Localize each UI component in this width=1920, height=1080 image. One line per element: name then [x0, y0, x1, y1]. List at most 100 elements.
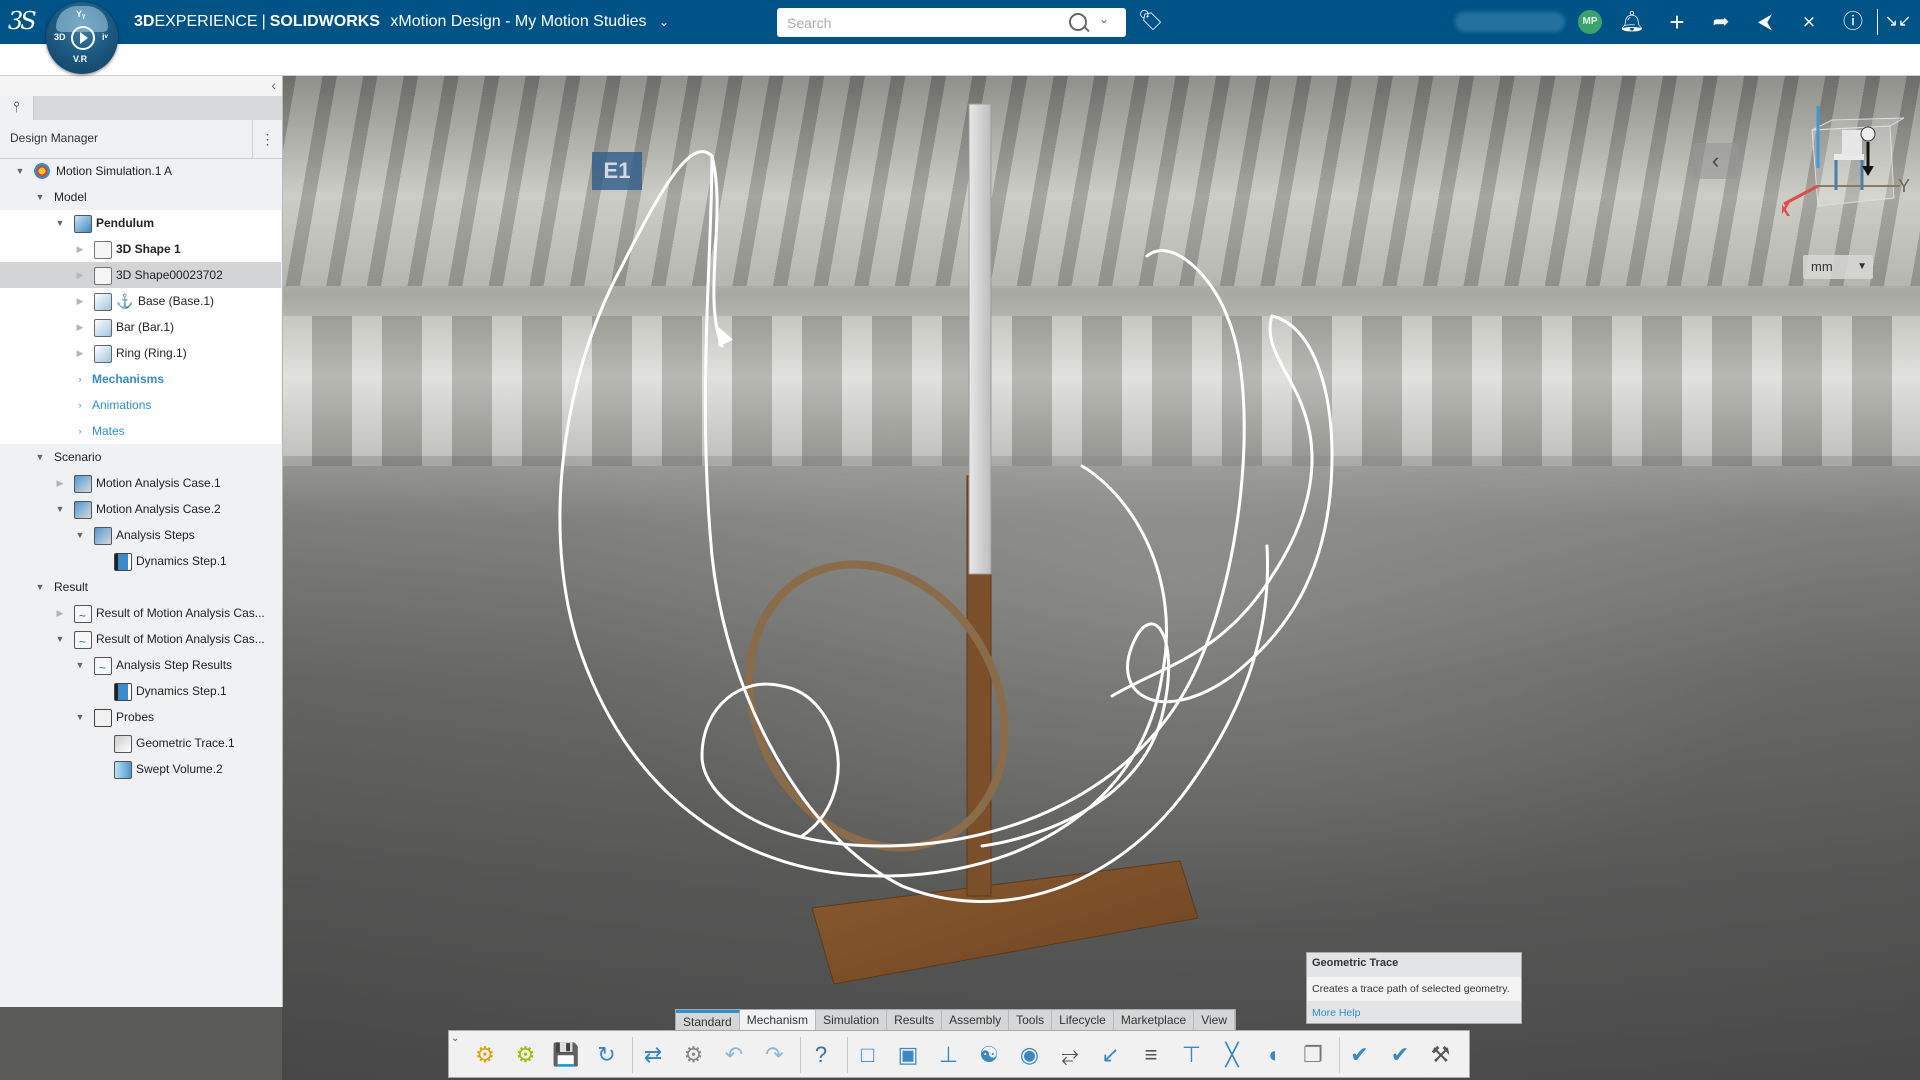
update-simulation-icon[interactable]: ⚙ — [469, 1039, 501, 1071]
avatar[interactable]: MP — [1578, 10, 1602, 34]
collapse-triangle-icon[interactable]: ▼ — [54, 626, 66, 652]
trace-path-5[interactable] — [1110, 314, 1314, 698]
tree-item[interactable]: Swept Volume.2 — [0, 756, 281, 782]
geometric-trace-icon[interactable]: ❐ — [1297, 1039, 1329, 1071]
expand-triangle-icon[interactable]: ▶ — [74, 262, 86, 288]
help-icon[interactable]: ? — [805, 1039, 837, 1071]
tab-results[interactable]: Results — [887, 1010, 943, 1031]
dassault-logo-icon[interactable]: 3S — [8, 4, 46, 38]
collapse-triangle-icon[interactable]: ▼ — [34, 444, 46, 470]
trace-path-4[interactable] — [980, 314, 1334, 848]
view-cube[interactable]: Z X Y — [1782, 106, 1912, 236]
expand-triangle-icon[interactable]: ▶ — [74, 236, 86, 262]
check-sensor-icon[interactable]: ✔ — [1384, 1039, 1416, 1071]
tree-icon[interactable]: ⫯ — [0, 96, 34, 120]
expand-triangle-icon[interactable]: ▶ — [54, 600, 66, 626]
belt-icon[interactable]: ⥂ — [1054, 1039, 1086, 1071]
search-icon[interactable] — [1069, 13, 1087, 31]
expand-triangle-icon[interactable]: ▶ — [54, 470, 66, 496]
force-icon[interactable]: ↙ — [1095, 1039, 1127, 1071]
tree-item[interactable]: Dynamics Step.1 — [0, 678, 281, 704]
refresh-icon[interactable]: ↻ — [591, 1039, 623, 1071]
tree-item[interactable]: ▼ Motion Analysis Case.2 — [0, 496, 281, 522]
collapse-triangle-icon[interactable]: ▼ — [34, 574, 46, 600]
dropdown-arrow-icon[interactable]: ▼ — [1857, 255, 1867, 279]
expand-triangle-icon[interactable]: ▶ — [74, 340, 86, 366]
trace-path-1[interactable] — [558, 150, 1168, 878]
tree-item[interactable]: › Animations — [0, 392, 281, 418]
expand-chevron-icon[interactable]: › — [74, 418, 86, 444]
tab-lifecycle[interactable]: Lifecycle — [1052, 1010, 1114, 1031]
3d-viewport[interactable]: E1 ‹ X Y mm ▼ — [282, 76, 1920, 1080]
contact-icon[interactable]: ◉ — [1014, 1039, 1046, 1071]
collapse-triangle-icon[interactable]: ▼ — [34, 184, 46, 210]
more-options-icon[interactable]: ⋮ — [252, 120, 282, 158]
pendulum-base[interactable] — [811, 860, 1199, 985]
tree-item[interactable]: ▼ Pendulum — [0, 210, 281, 236]
community-icon[interactable]: ⨯ — [1795, 8, 1823, 36]
tree-item[interactable]: ▼ Probes — [0, 704, 281, 730]
action-bar-collapse-chevron-icon[interactable]: ⌄ — [451, 1033, 465, 1044]
compact-view-icon[interactable]: ↘↙ — [1884, 8, 1912, 36]
save-icon[interactable]: 💾 — [550, 1039, 582, 1071]
update-all-icon[interactable]: ⚙ — [510, 1039, 542, 1071]
undo-icon[interactable]: ↶ — [718, 1039, 750, 1071]
tab-tools[interactable]: Tools — [1009, 1010, 1053, 1031]
collapse-triangle-icon[interactable]: ▼ — [54, 210, 66, 236]
tree-item[interactable]: ▼ Motion Simulation.1 A — [0, 158, 281, 184]
app-title[interactable]: 3DEXPERIENCE | SOLIDWORKS xMotion Design -… — [134, 0, 669, 44]
swap-representation-icon[interactable]: ⇄ — [637, 1039, 669, 1071]
tree-item[interactable]: ▼ Result of Motion Analysis Cas... — [0, 626, 281, 655]
collapse-triangle-icon[interactable]: ▼ — [14, 158, 26, 184]
add-icon[interactable]: + — [1663, 8, 1691, 36]
tree-item[interactable]: ▶ 3D Shape 1 — [0, 236, 281, 262]
robot-icon[interactable]: ⚒ — [1425, 1039, 1457, 1071]
search-input[interactable] — [785, 12, 1039, 34]
tree-item[interactable]: ▶ Ring (Ring.1) — [0, 340, 281, 366]
tag-icon[interactable]: 🏷︎ — [1138, 10, 1163, 32]
expand-triangle-icon[interactable]: ▶ — [74, 288, 86, 314]
mechanism-icon[interactable]: □ — [852, 1039, 884, 1071]
tree-item[interactable]: Geometric Trace.1 — [0, 730, 281, 756]
tab-assembly[interactable]: Assembly — [942, 1010, 1010, 1031]
check-mechanism-icon[interactable]: ✔ — [1344, 1039, 1376, 1071]
tree-item[interactable]: Dynamics Step.1 — [0, 548, 281, 574]
notifications-icon[interactable]: 🔔︎ — [1618, 8, 1646, 36]
redo-icon[interactable]: ↷ — [759, 1039, 791, 1071]
chevron-down-icon[interactable]: ⌄ — [659, 0, 669, 44]
collapse-triangle-icon[interactable]: ▼ — [54, 496, 66, 522]
collapse-triangle-icon[interactable]: ▼ — [74, 522, 86, 548]
spring-icon[interactable]: ≡ — [1135, 1039, 1167, 1071]
tree-item[interactable]: ▼ Analysis Steps — [0, 522, 281, 548]
social-share-icon[interactable]: ⮜ — [1751, 8, 1779, 36]
tab-mechanism[interactable]: Mechanism — [739, 1010, 817, 1031]
tree-item[interactable]: ▶ 3D Shape00023702 — [0, 262, 281, 288]
pendulum-scene[interactable] — [282, 76, 1920, 1080]
tree-item[interactable]: ▼ Analysis Step Results — [0, 652, 281, 681]
expand-chevron-icon[interactable]: › — [74, 366, 86, 392]
law-icon[interactable]: ╳ — [1216, 1039, 1248, 1071]
tree-item[interactable]: ▼ Result — [0, 574, 281, 600]
collapse-triangle-icon[interactable]: ▼ — [74, 704, 86, 730]
user-name[interactable] — [1455, 12, 1565, 32]
pendulum-bar[interactable] — [968, 103, 992, 575]
geometric-trace-paths[interactable] — [558, 150, 1334, 904]
share-icon[interactable]: ➦ — [1707, 8, 1735, 36]
collapse-panel-chevron-icon[interactable]: ‹ — [1693, 143, 1738, 179]
search-box[interactable]: ⌄ — [777, 8, 1126, 37]
tree-item[interactable]: ▶ Result of Motion Analysis Cas... — [0, 600, 281, 629]
tree-item[interactable]: › Mates — [0, 418, 281, 444]
tab-simulation[interactable]: Simulation — [816, 1010, 888, 1031]
tree-item[interactable]: ▼ Model — [0, 184, 281, 210]
tooltip-more-help-link[interactable]: More Help — [1312, 1007, 1360, 1019]
compass-icon[interactable]: Yᵧ 3D iᵛ V.R — [46, 2, 118, 74]
settings-icon[interactable]: ⚙ — [678, 1039, 710, 1071]
play-icon[interactable] — [71, 26, 95, 50]
expand-triangle-icon[interactable]: ▶ — [74, 314, 86, 340]
sensor-icon[interactable]: ⊤ — [1176, 1039, 1208, 1071]
tab-marketplace[interactable]: Marketplace — [1114, 1010, 1195, 1031]
swept-volume-icon[interactable]: ◖ — [1257, 1039, 1289, 1071]
collapse-triangle-icon[interactable]: ▼ — [74, 652, 86, 678]
expand-chevron-icon[interactable]: › — [74, 392, 86, 418]
tree-item[interactable]: ▶ Motion Analysis Case.1 — [0, 470, 281, 496]
